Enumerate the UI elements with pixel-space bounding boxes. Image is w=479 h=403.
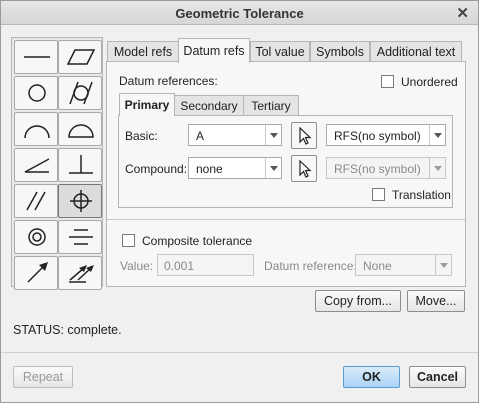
angularity-button[interactable] (14, 148, 58, 182)
title-bar: Geometric Tolerance ✕ (1, 1, 478, 25)
chevron-down-icon (265, 158, 281, 178)
chevron-down-icon (429, 158, 445, 178)
translation-label: Translation (392, 188, 451, 202)
compound-datum-value: none (196, 162, 223, 176)
unordered-label: Unordered (401, 75, 458, 89)
basic-datum-select[interactable]: A (188, 124, 282, 146)
position-button[interactable] (58, 184, 102, 218)
select-cursor-icon (299, 127, 312, 145)
parallelism-icon (26, 191, 46, 211)
datum-reference-select: None (355, 254, 452, 276)
circularity-button[interactable] (14, 76, 58, 110)
straightness-button[interactable] (14, 40, 58, 74)
perpendicularity-button[interactable] (58, 148, 102, 182)
parallelism-button[interactable] (14, 184, 58, 218)
divider (107, 219, 465, 220)
value-label: Value: (120, 259, 154, 273)
basic-modifier-select[interactable]: RFS(no symbol) (326, 124, 446, 146)
tab-model-refs[interactable]: Model refs (107, 41, 179, 62)
symmetry-icon (69, 229, 93, 245)
dialog-title: Geometric Tolerance (175, 6, 304, 21)
unordered-checkbox[interactable] (381, 75, 394, 88)
concentricity-button[interactable] (14, 220, 58, 254)
chevron-down-icon (265, 125, 281, 145)
tab-additional-text[interactable]: Additional text (370, 41, 462, 62)
datum-reference-value: None (363, 259, 392, 273)
circular-runout-icon (27, 262, 48, 283)
cylindricity-icon (69, 81, 93, 105)
symbol-palette (11, 37, 103, 290)
subtab-secondary[interactable]: Secondary (174, 95, 244, 115)
tab-symbols[interactable]: Symbols (310, 41, 370, 62)
move-button[interactable]: Move... (407, 290, 465, 312)
tab-datum-refs[interactable]: Datum refs (178, 38, 250, 63)
cancel-button[interactable]: Cancel (409, 366, 466, 388)
compound-modifier-select: RFS(no symbol) (326, 157, 446, 179)
profile-of-line-icon (24, 125, 50, 139)
tab-tol-value[interactable]: Tol value (250, 41, 310, 62)
composite-value-field: 0.001 (157, 254, 254, 276)
concentricity-icon (28, 228, 46, 246)
compound-label: Compound: (125, 162, 188, 176)
flatness-button[interactable] (58, 40, 102, 74)
footer-divider (1, 352, 478, 353)
composite-value-text: 0.001 (164, 259, 195, 273)
subtab-primary[interactable]: Primary (119, 93, 175, 116)
datum-reference-label: Datum reference: (264, 259, 357, 273)
composite-tolerance-checkbox[interactable] (122, 234, 135, 247)
compound-modifier-value: RFS(no symbol) (334, 162, 421, 176)
profile-line-button[interactable] (14, 112, 58, 146)
select-cursor-icon (299, 160, 312, 178)
copy-from-button[interactable]: Copy from... (315, 290, 401, 312)
compound-datum-select[interactable]: none (188, 157, 282, 179)
compound-pick-button[interactable] (291, 155, 317, 182)
perpendicularity-icon (69, 155, 93, 174)
datum-references-label: Datum references: (119, 74, 218, 88)
total-runout-button[interactable] (58, 256, 102, 290)
basic-label: Basic: (125, 129, 158, 143)
cylindricity-button[interactable] (58, 76, 102, 110)
flatness-icon (66, 49, 96, 65)
position-icon (70, 190, 92, 212)
basic-modifier-value: RFS(no symbol) (334, 129, 421, 143)
circular-runout-button[interactable] (14, 256, 58, 290)
composite-tolerance-label: Composite tolerance (142, 234, 253, 248)
chevron-down-icon (435, 255, 451, 275)
total-runout-icon (69, 265, 94, 283)
profile-surface-button[interactable] (58, 112, 102, 146)
status-text: STATUS: complete. (13, 323, 122, 337)
symmetry-button[interactable] (58, 220, 102, 254)
close-icon[interactable]: ✕ (456, 4, 469, 22)
subtab-tertiary[interactable]: Tertiary (243, 95, 299, 115)
chevron-down-icon (429, 125, 445, 145)
straightness-icon (24, 56, 50, 58)
translation-checkbox[interactable] (372, 188, 385, 201)
profile-of-surface-icon (68, 124, 94, 138)
angularity-icon (24, 158, 50, 173)
geometric-tolerance-dialog: Geometric Tolerance ✕ Model refs Datum r… (0, 0, 479, 403)
repeat-button[interactable]: Repeat (13, 366, 73, 388)
circularity-icon (28, 84, 46, 102)
ok-button[interactable]: OK (343, 366, 400, 388)
basic-datum-value: A (196, 129, 205, 143)
basic-pick-button[interactable] (291, 122, 317, 149)
